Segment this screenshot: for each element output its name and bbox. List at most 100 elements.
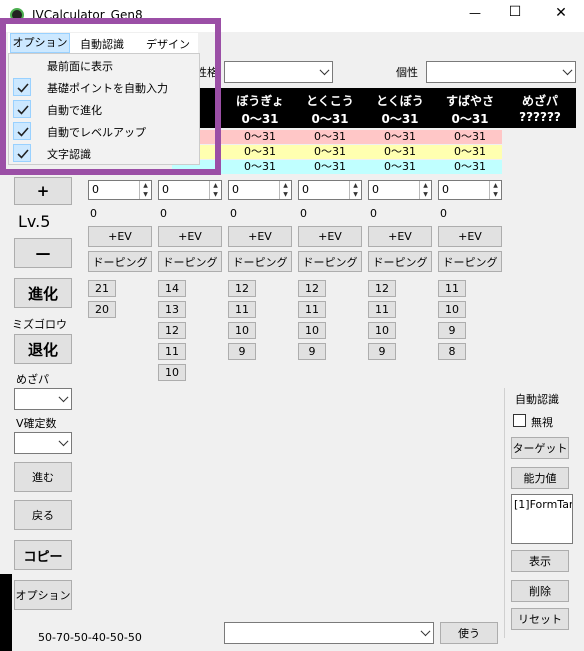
iv-range-cell: 0〜31 [314,130,346,143]
option-menu-item[interactable]: 文字認識 [9,142,197,164]
delete-button[interactable]: 削除 [511,580,569,602]
option-menu-item-label: 文字認識 [47,148,91,161]
add-ev-button[interactable]: +EV [298,226,362,247]
spin-down-icon[interactable]: ▼ [209,190,221,199]
candidate-value-button[interactable]: 21 [88,280,116,297]
option-menu-item[interactable]: 自動でレベルアップ [9,120,197,142]
doping-button[interactable]: ドーピング [298,251,362,272]
show-button[interactable]: 表示 [511,550,569,572]
back-button[interactable]: 戻る [14,500,72,530]
candidate-value-button[interactable]: 12 [368,280,396,297]
candidate-value-button[interactable]: 9 [438,322,466,339]
candidate-value-button[interactable]: 12 [228,280,256,297]
copy-button[interactable]: コピー [14,540,72,570]
spin-down-icon[interactable]: ▼ [279,190,291,199]
stat-input[interactable]: 0 ▲ ▼ [438,180,502,200]
candidate-value-button[interactable]: 11 [158,343,186,360]
menu-design[interactable]: デザイン [146,36,190,52]
candidate-value-button[interactable]: 20 [88,301,116,318]
options-button[interactable]: オプション [14,580,72,610]
stat-input[interactable]: 0 ▲ ▼ [158,180,222,200]
option-menu-item[interactable]: 最前面に表示 [9,54,197,76]
add-ev-button[interactable]: +EV [88,226,152,247]
candidate-value-button[interactable]: 13 [158,301,186,318]
checkmark-icon [13,100,31,118]
ev-summary: 50-70-50-40-50-50 [38,631,142,644]
option-menu-item-label: 自動でレベルアップ [47,126,146,139]
doping-button[interactable]: ドーピング [158,251,222,272]
candidate-value-button[interactable]: 9 [298,343,326,360]
candidate-value-button[interactable]: 10 [438,301,466,318]
kosei-select[interactable] [426,61,576,83]
target-button[interactable]: ターゲット [511,437,569,459]
close-button[interactable]: ✕ [546,5,576,21]
add-ev-button[interactable]: +EV [368,226,432,247]
doping-button[interactable]: ドーピング [438,251,502,272]
option-menu-item[interactable]: 自動で進化 [9,98,197,120]
stat-input[interactable]: 0 ▲ ▼ [298,180,362,200]
iv-range-cell: 0〜31 [454,130,486,143]
target-list[interactable]: [1]FormTar [511,494,573,544]
stat-input[interactable]: 0 ▲ ▼ [88,180,152,200]
use-button[interactable]: 使う [440,622,498,644]
ability-button[interactable]: 能力値 [511,467,569,489]
candidate-value-button[interactable]: 9 [368,343,396,360]
candidate-value-button[interactable]: 10 [298,322,326,339]
menu-auto-recognition[interactable]: 自動認識 [80,36,124,52]
doping-button[interactable]: ドーピング [88,251,152,272]
v-count-select[interactable] [14,432,72,454]
reset-button[interactable]: リセット [511,608,569,630]
auto-panel: 自動認識 無視 ターゲット 能力値 [1]FormTar 表示 削除 リセット [504,388,576,638]
stat-header-range: 0〜31 [241,112,279,126]
spin-down-icon[interactable]: ▼ [419,190,431,199]
level-down-button[interactable]: — [14,238,72,268]
minimize-button[interactable]: — [460,6,490,20]
add-ev-button[interactable]: +EV [158,226,222,247]
candidate-value-button[interactable]: 10 [368,322,396,339]
candidate-value-button[interactable]: 11 [368,301,396,318]
option-menu-item[interactable]: 基礎ポイントを自動入力 [9,76,197,98]
list-item[interactable]: [1]FormTar [512,495,572,514]
window-title: IVCalculator_Gen8 [32,8,143,22]
doping-button[interactable]: ドーピング [368,251,432,272]
candidate-value-button[interactable]: 11 [228,301,256,318]
kosei-label: 個性 [396,66,418,79]
add-ev-button[interactable]: +EV [438,226,502,247]
candidate-value-button[interactable]: 12 [298,280,326,297]
doping-button[interactable]: ドーピング [228,251,292,272]
seikaku-select[interactable] [224,61,333,83]
menu-option[interactable]: オプション [10,33,70,53]
forward-button[interactable]: 進む [14,462,72,492]
checkmark-icon [13,78,31,96]
candidate-value-button[interactable]: 9 [228,343,256,360]
devolve-button[interactable]: 退化 [14,334,72,364]
stat-input[interactable]: 0 ▲ ▼ [228,180,292,200]
spin-down-icon[interactable]: ▼ [349,190,361,199]
spin-down-icon[interactable]: ▼ [489,190,501,199]
chevron-down-icon [58,392,69,403]
add-ev-button[interactable]: +EV [228,226,292,247]
ignore-checkbox[interactable] [513,414,526,427]
candidate-value-button[interactable]: 14 [158,280,186,297]
candidate-value-button[interactable]: 12 [158,322,186,339]
option-menu-item-label: 最前面に表示 [47,60,113,73]
mezapa-select[interactable] [14,388,72,410]
stat-input-value: 0 [302,183,309,196]
spin-down-icon[interactable]: ▼ [139,190,151,199]
v-count-label: V確定数 [16,417,57,430]
stat-input[interactable]: 0 ▲ ▼ [368,180,432,200]
maximize-button[interactable]: ☐ [500,4,530,20]
chevron-down-icon [58,436,69,447]
evolve-button[interactable]: 進化 [14,278,72,308]
candidate-value-button[interactable]: 11 [438,280,466,297]
stat-value: 0 [160,207,167,220]
level-up-button[interactable]: + [14,177,72,205]
checkmark-icon [13,144,31,162]
candidate-value-button[interactable]: 10 [158,364,186,381]
candidate-value-button[interactable]: 8 [438,343,466,360]
candidate-value-button[interactable]: 10 [228,322,256,339]
stat-header-name: とくこう [306,94,354,108]
candidate-value-button[interactable]: 11 [298,301,326,318]
app-icon [10,8,24,22]
item-select[interactable] [224,622,434,644]
